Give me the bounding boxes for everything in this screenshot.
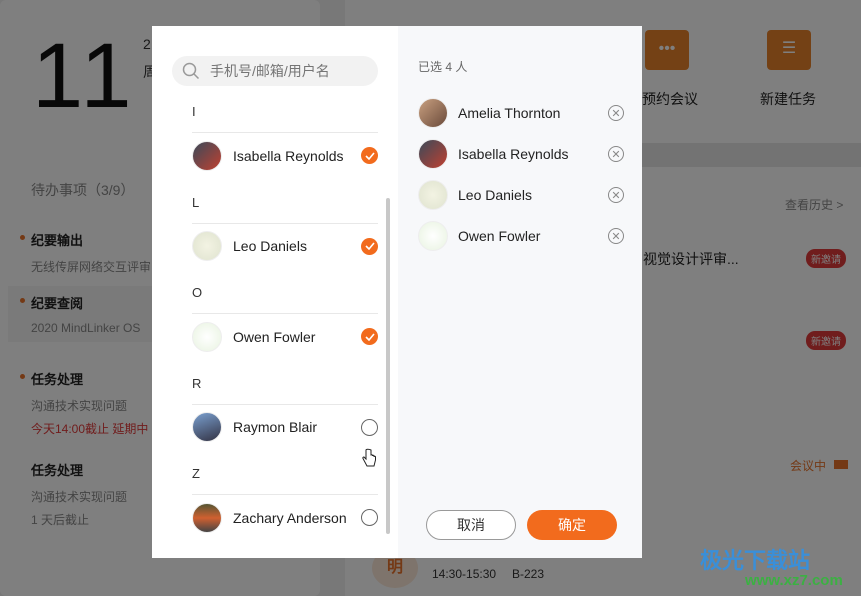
avatar bbox=[192, 502, 222, 533]
selected-member: Amelia Thornton ✕ bbox=[418, 97, 624, 129]
group-letter: R bbox=[192, 375, 202, 391]
contact-row[interactable]: Isabella Reynolds bbox=[192, 132, 378, 178]
scrollbar[interactable] bbox=[386, 198, 390, 534]
checkbox-empty-icon[interactable] bbox=[361, 509, 378, 526]
group-letter: I bbox=[192, 104, 196, 119]
contact-row[interactable]: Zachary Anderson bbox=[192, 494, 378, 540]
selected-panel: 已选 4 人 Amelia Thornton ✕ Isabella Reynol… bbox=[398, 26, 642, 558]
checked-icon[interactable] bbox=[361, 328, 378, 345]
checked-icon[interactable] bbox=[361, 237, 378, 255]
avatar bbox=[418, 221, 448, 251]
selected-member: Isabella Reynolds ✕ bbox=[418, 138, 624, 170]
search-icon bbox=[182, 62, 200, 80]
contact-name: Leo Daniels bbox=[233, 238, 307, 254]
member-name: Owen Fowler bbox=[458, 228, 541, 244]
contact-row[interactable]: Owen Fowler bbox=[192, 313, 378, 359]
member-name: Amelia Thornton bbox=[458, 105, 561, 121]
contact-row[interactable]: Raymon Blair bbox=[192, 403, 378, 450]
remove-icon[interactable]: ✕ bbox=[608, 187, 624, 203]
hand-cursor-icon bbox=[362, 448, 376, 467]
checkbox-empty-icon[interactable] bbox=[361, 418, 378, 436]
contact-name: Raymon Blair bbox=[233, 419, 318, 435]
avatar bbox=[192, 140, 222, 171]
selected-count: 已选 4 人 bbox=[418, 60, 468, 74]
contact-name: Owen Fowler bbox=[233, 328, 316, 345]
contact-row[interactable]: Leo Daniels bbox=[192, 222, 378, 269]
watermark-logo: 极光下载站 bbox=[700, 548, 811, 573]
avatar bbox=[418, 180, 448, 210]
selected-member: Leo Daniels ✕ bbox=[418, 179, 624, 211]
avatar bbox=[192, 321, 222, 352]
search-box[interactable] bbox=[172, 56, 378, 86]
avatar bbox=[418, 98, 448, 128]
checked-icon[interactable] bbox=[361, 147, 378, 164]
confirm-button[interactable]: 确定 bbox=[527, 510, 617, 540]
avatar bbox=[418, 139, 448, 169]
avatar bbox=[192, 412, 222, 442]
contact-name: Zachary Anderson bbox=[233, 509, 347, 526]
avatar bbox=[192, 231, 222, 261]
cancel-button[interactable]: 取消 bbox=[426, 510, 516, 540]
member-name: Isabella Reynolds bbox=[458, 146, 569, 162]
group-letter: Z bbox=[192, 466, 200, 481]
member-name: Leo Daniels bbox=[458, 187, 532, 203]
group-letter: L bbox=[192, 194, 200, 210]
selected-member: Owen Fowler ✕ bbox=[418, 220, 624, 252]
group-letter: O bbox=[192, 285, 203, 300]
contact-name: Isabella Reynolds bbox=[233, 147, 344, 164]
watermark-url: www.xz7.com bbox=[745, 572, 843, 589]
contact-list-panel: I Isabella Reynolds L Leo Daniels O Owen… bbox=[152, 26, 398, 558]
select-members-dialog: I Isabella Reynolds L Leo Daniels O Owen… bbox=[152, 26, 642, 558]
search-input[interactable] bbox=[210, 63, 360, 79]
remove-icon[interactable]: ✕ bbox=[608, 228, 624, 244]
remove-icon[interactable]: ✕ bbox=[608, 146, 624, 162]
remove-icon[interactable]: ✕ bbox=[608, 105, 624, 121]
